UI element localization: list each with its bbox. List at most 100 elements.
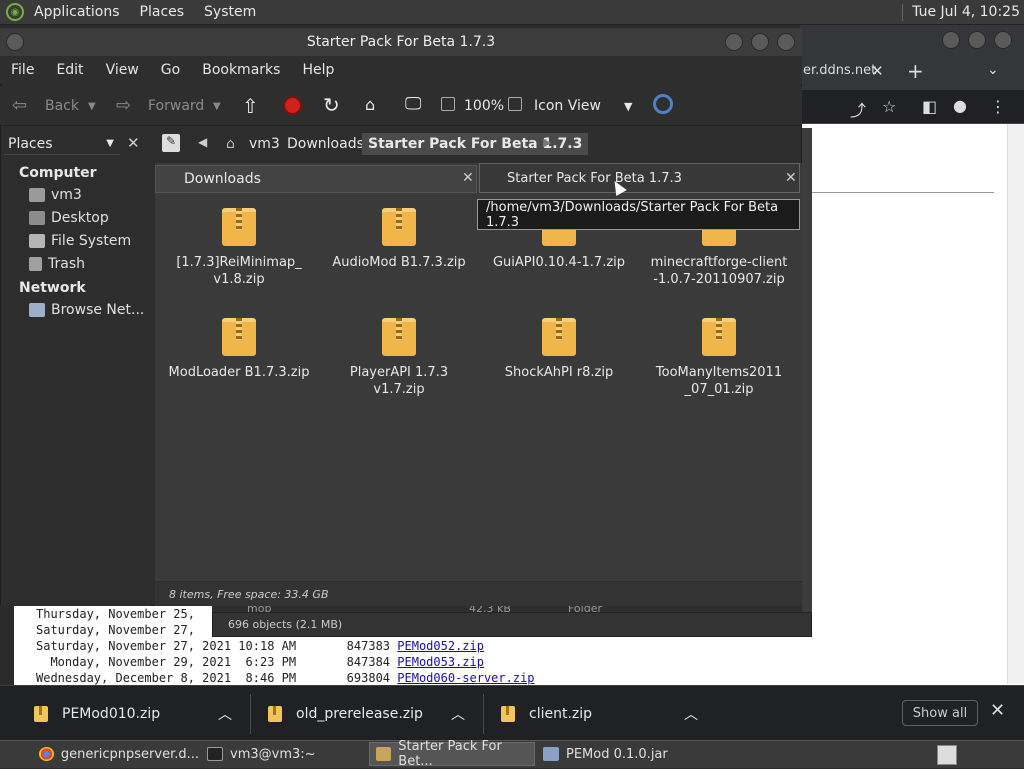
file-item[interactable]: ModLoader B1.7.3.zip (164, 318, 314, 381)
sidebar-item-desktop[interactable]: Desktop (29, 210, 109, 226)
sidebar-item-trash[interactable]: Trash (29, 256, 85, 272)
downloads-bar: PEMod010.zip ︿ old_prerelease.zip ︿ clie… (0, 685, 1024, 740)
download-separator (483, 694, 484, 734)
zoom-level[interactable]: 100% (464, 98, 504, 114)
back-arrow-icon[interactable]: ⇦ (12, 95, 27, 116)
profile-avatar-icon[interactable]: ● (953, 96, 967, 115)
file-item[interactable]: AudioMod B1.7.3.zip (324, 208, 474, 271)
computer-icon[interactable]: 🖵 (405, 94, 421, 114)
browser-tab-search-icon[interactable]: ⌄ (987, 62, 999, 78)
path-home-icon[interactable]: ⌂ (226, 136, 235, 152)
menu-view[interactable]: View (95, 62, 150, 78)
window-menu-button[interactable] (6, 33, 24, 51)
reload-icon[interactable]: ↻ (323, 93, 340, 117)
download-item[interactable]: client.zip (501, 686, 592, 741)
menu-go[interactable]: Go (150, 62, 191, 78)
close-button[interactable] (777, 33, 795, 51)
file-name: minecraftforge-client-1.0.7-20110907.zip (650, 255, 788, 287)
browser-tab-close-icon[interactable]: ✕ (871, 62, 884, 80)
download-options-chevron-icon[interactable]: ︿ (218, 686, 232, 741)
home-icon[interactable]: ⌂ (365, 95, 375, 114)
download-item[interactable]: old_prerelease.zip (268, 686, 423, 741)
download-options-chevron-icon[interactable]: ︿ (451, 686, 465, 741)
file-item[interactable]: ShockAhPI r8.zip (484, 318, 634, 381)
menu-file[interactable]: File (0, 62, 45, 78)
download-item[interactable]: PEMod010.zip (34, 686, 160, 741)
file-item[interactable]: PlayerAPI 1.7.3 v1.7.zip (324, 318, 474, 398)
browser-close-button[interactable] (994, 31, 1012, 49)
archive-manager-icon (543, 747, 559, 761)
side-panel-icon[interactable]: ◧ (922, 97, 937, 116)
taskbar-item-archive[interactable]: PEMod 0.1.0.jar (537, 742, 703, 766)
stop-icon[interactable] (283, 96, 302, 115)
window-scrollbar[interactable] (802, 128, 812, 612)
tab-downloads[interactable]: Downloads (155, 165, 477, 193)
tab-starter-pack[interactable]: Starter Pack For Beta 1.7.3 (479, 163, 800, 193)
close-tab-starter-pack-icon[interactable]: ✕ (785, 170, 797, 186)
show-all-downloads-button[interactable]: Show all (902, 700, 978, 726)
search-icon[interactable] (653, 94, 673, 114)
sidebar-pane-selector[interactable]: Places ▼ (4, 133, 120, 155)
file-name: PlayerAPI 1.7.3 v1.7.zip (349, 365, 449, 397)
panel-menu-places[interactable]: Places (130, 4, 195, 20)
close-downloads-bar-icon[interactable]: ✕ (990, 700, 1005, 721)
file-item[interactable]: [1.7.3]ReiMinimap_v1.8.zip (164, 208, 314, 288)
sidebar-item-browse-network[interactable]: Browse Net... (29, 302, 144, 318)
listing-file-link[interactable]: PEMod060-server.zip (397, 671, 534, 685)
breadcrumb-downloads[interactable]: Downloads (281, 133, 370, 155)
path-right-arrow-icon[interactable]: ▶ (543, 136, 551, 149)
browser-scrollbar[interactable] (1007, 124, 1024, 684)
listing-file-link[interactable]: PEMod052.zip (397, 639, 484, 653)
download-options-chevron-icon[interactable]: ︿ (684, 686, 698, 741)
panel-menu-system[interactable]: System (194, 4, 266, 20)
listing-file-link[interactable]: PEMod053.zip (397, 655, 484, 669)
menu-edit[interactable]: Edit (45, 62, 94, 78)
file-name: AudioMod B1.7.3.zip (332, 255, 466, 270)
browser-maximize-button[interactable] (968, 31, 986, 49)
taskbar-item-file-manager[interactable]: Starter Pack For Bet... (369, 739, 535, 769)
listing-size: 693804 (346, 671, 391, 685)
listing-size: 847384 (346, 655, 391, 669)
sidebar-item-vm3[interactable]: vm3 (29, 187, 82, 203)
download-filename: old_prerelease.zip (296, 705, 423, 722)
breadcrumb-starter-pack[interactable]: Starter Pack For Beta 1.7.3 (362, 133, 589, 155)
show-desktop-icon[interactable] (937, 745, 957, 765)
tab-label: Downloads (184, 171, 261, 187)
browser-menu-icon[interactable]: ⋮ (990, 97, 1006, 116)
forward-arrow-icon[interactable]: ⇨ (116, 95, 131, 116)
distro-logo-icon[interactable]: ◉ (6, 3, 24, 21)
sidebar-item-file-system[interactable]: File System (29, 233, 131, 249)
bookmark-star-icon[interactable]: ☆ (882, 97, 896, 116)
back-history-dropdown-icon[interactable]: ▼ (88, 101, 96, 112)
close-tab-downloads-icon[interactable]: ✕ (462, 170, 474, 186)
browser-new-tab-icon[interactable]: + (907, 59, 924, 83)
menu-bookmarks[interactable]: Bookmarks (191, 62, 291, 78)
view-mode-select[interactable]: Icon View (534, 98, 601, 114)
browser-minimize-button[interactable] (942, 31, 960, 49)
view-mode-dropdown-icon[interactable]: ▼ (624, 100, 632, 113)
panel-clock[interactable]: Tue Jul 4, 10:25 (902, 0, 1024, 25)
edit-location-icon[interactable]: ✎ (162, 134, 180, 152)
listing-row: Saturday, November 27, 2021 10:18 AM 847… (36, 638, 1007, 654)
window-title[interactable]: Starter Pack For Beta 1.7.3 (0, 28, 802, 56)
close-sidebar-icon[interactable]: ✕ (127, 134, 140, 152)
listing-row: Wednesday, December 8, 2021 8:46 PM 6938… (36, 670, 1007, 686)
path-left-arrow-icon[interactable]: ◀ (198, 135, 207, 149)
up-arrow-icon[interactable]: ⇧ (242, 94, 259, 118)
zoom-in-icon[interactable] (508, 97, 522, 111)
share-icon[interactable]: ⤴ (850, 97, 866, 121)
minimize-button[interactable] (725, 33, 743, 51)
browser-tab-title[interactable]: er.ddns.net (803, 63, 876, 78)
forward-button[interactable]: Forward (148, 98, 204, 114)
breadcrumb-vm3[interactable]: vm3 (243, 133, 286, 155)
file-item[interactable]: TooManyItems2011_07_01.zip (644, 318, 794, 398)
taskbar-item-terminal[interactable]: vm3@vm3:~ (201, 742, 367, 766)
menu-help[interactable]: Help (291, 62, 345, 78)
file-name: ModLoader B1.7.3.zip (168, 365, 310, 380)
zoom-out-icon[interactable] (441, 97, 455, 111)
panel-menu-applications[interactable]: Applications (24, 4, 130, 20)
maximize-button[interactable] (751, 33, 769, 51)
back-button[interactable]: Back (45, 98, 79, 114)
taskbar-item-browser[interactable]: genericpnpserver.d... (33, 742, 199, 766)
forward-history-dropdown-icon[interactable]: ▼ (213, 101, 221, 112)
